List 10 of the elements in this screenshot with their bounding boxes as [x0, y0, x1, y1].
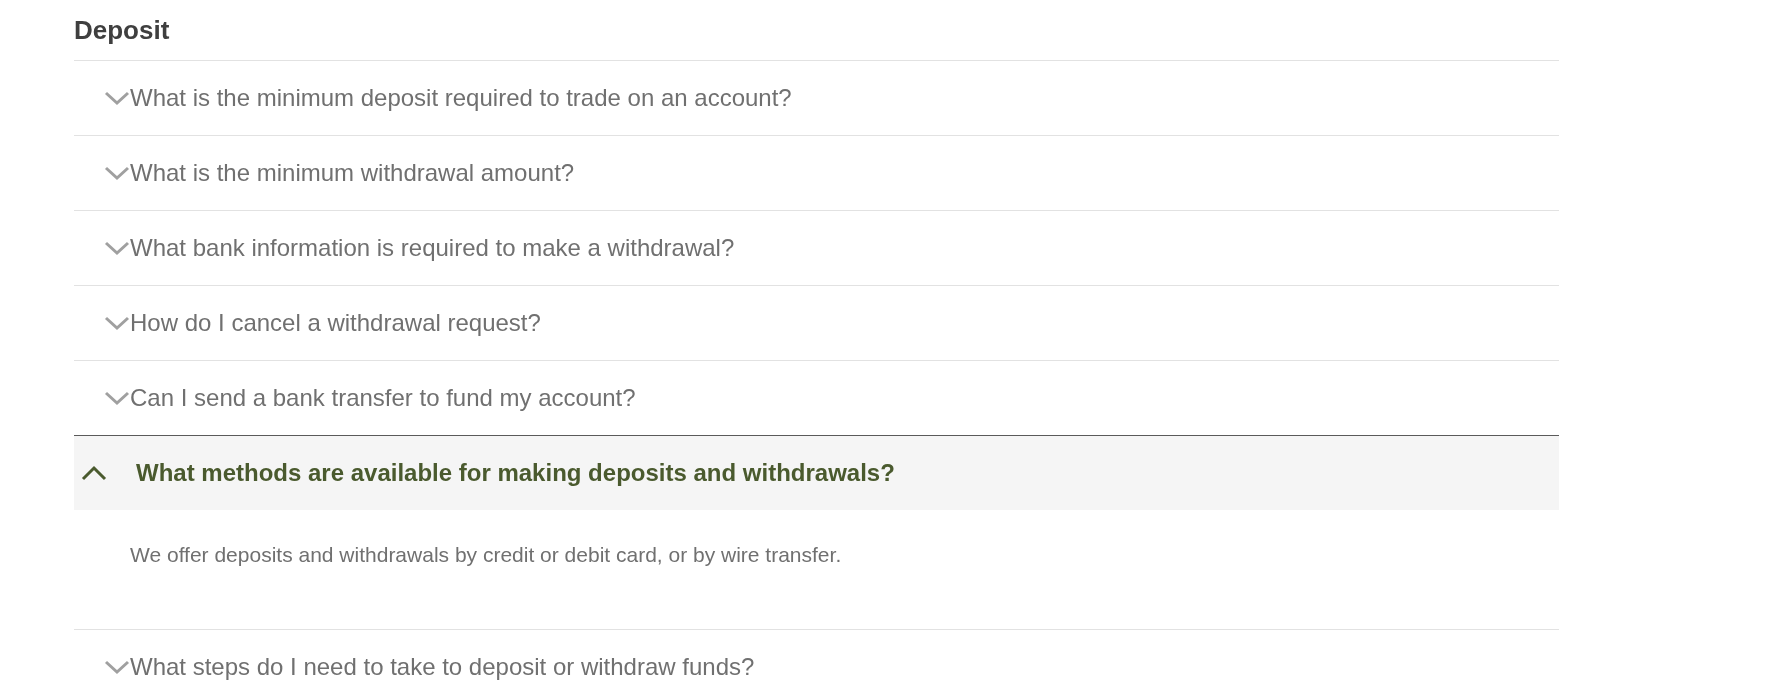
section-heading: Deposit — [74, 13, 171, 47]
chevron-down-icon — [104, 165, 130, 181]
faq-answer: We offer deposits and withdrawals by credit or debit card, or by wire transfer. — [129, 542, 843, 568]
chevron-down-icon — [104, 90, 130, 106]
chevron-down-icon — [104, 315, 130, 331]
chevron-down-icon — [104, 659, 130, 675]
faq-question[interactable]: What methods are available for making deposits and withdrawals? — [74, 436, 1559, 510]
chevron-down-icon — [104, 390, 130, 406]
chevron-up-icon — [80, 465, 108, 481]
chevron-down-icon — [104, 240, 130, 256]
